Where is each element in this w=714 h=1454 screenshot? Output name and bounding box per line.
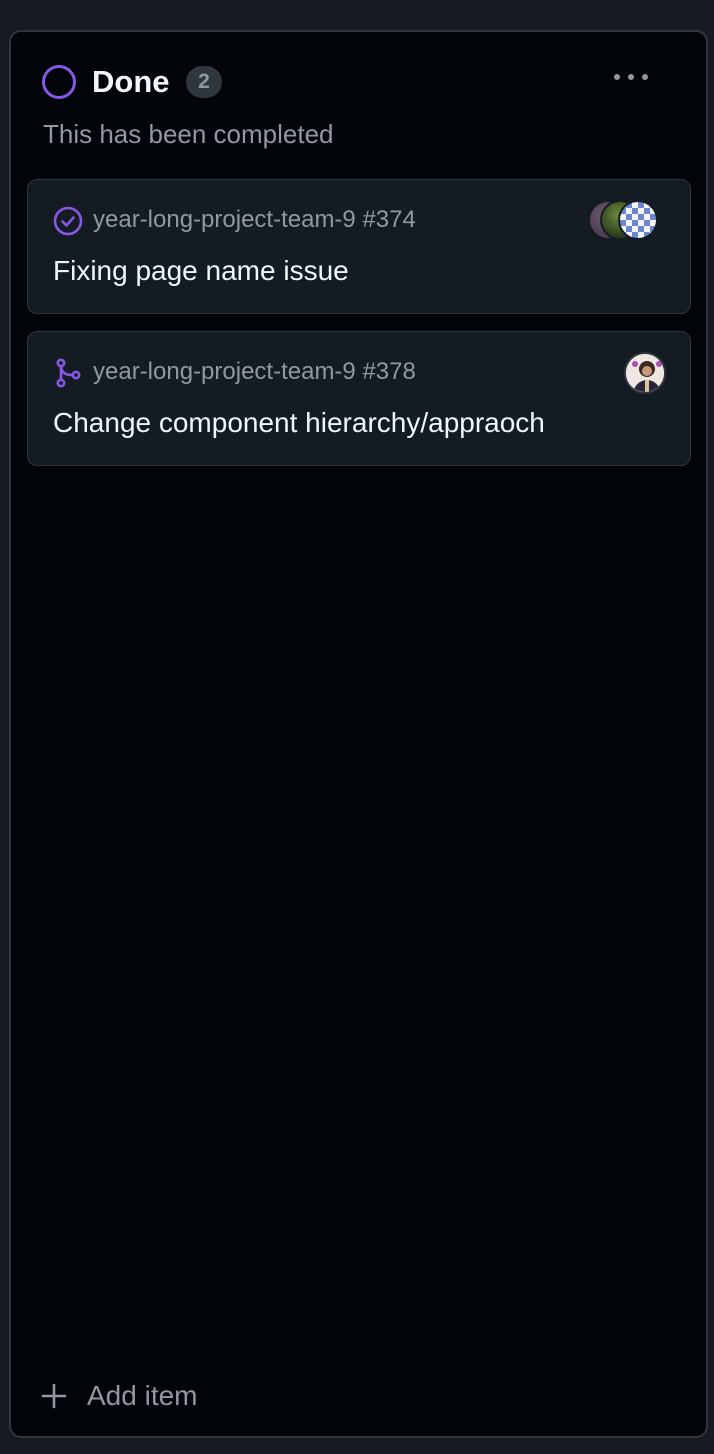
card-title[interactable]: Fixing page name issue xyxy=(53,253,349,289)
column-description: This has been completed xyxy=(43,119,334,149)
column-header: Done 2 This has been completed xyxy=(11,32,706,172)
avatar[interactable] xyxy=(624,352,666,394)
item-count-badge: 2 xyxy=(186,66,222,98)
column-options-button[interactable] xyxy=(601,60,661,94)
card-title[interactable]: Change component hierarchy/appraoch xyxy=(53,405,545,441)
card-repo-reference[interactable]: year-long-project-team-9 #374 xyxy=(93,204,416,236)
assignee-avatar-stack[interactable] xyxy=(588,200,666,240)
column-title: Done xyxy=(92,64,170,99)
board-column-done: Done 2 This has been completed year-long… xyxy=(9,30,708,1438)
status-circle-icon xyxy=(42,65,76,99)
issue-closed-icon xyxy=(53,206,83,236)
avatar-portrait-icon xyxy=(626,354,664,392)
item-card[interactable]: year-long-project-team-9 #378 Change com… xyxy=(27,331,691,466)
kebab-horizontal-icon xyxy=(614,74,648,80)
card-repo-reference[interactable]: year-long-project-team-9 #378 xyxy=(93,356,416,388)
add-item-button[interactable]: Add item xyxy=(41,1374,198,1418)
avatar xyxy=(618,200,658,240)
pull-request-merged-icon xyxy=(56,358,81,388)
add-item-label: Add item xyxy=(87,1380,198,1411)
item-card[interactable]: year-long-project-team-9 #374 Fixing pag… xyxy=(27,179,691,314)
plus-icon xyxy=(41,1383,67,1409)
